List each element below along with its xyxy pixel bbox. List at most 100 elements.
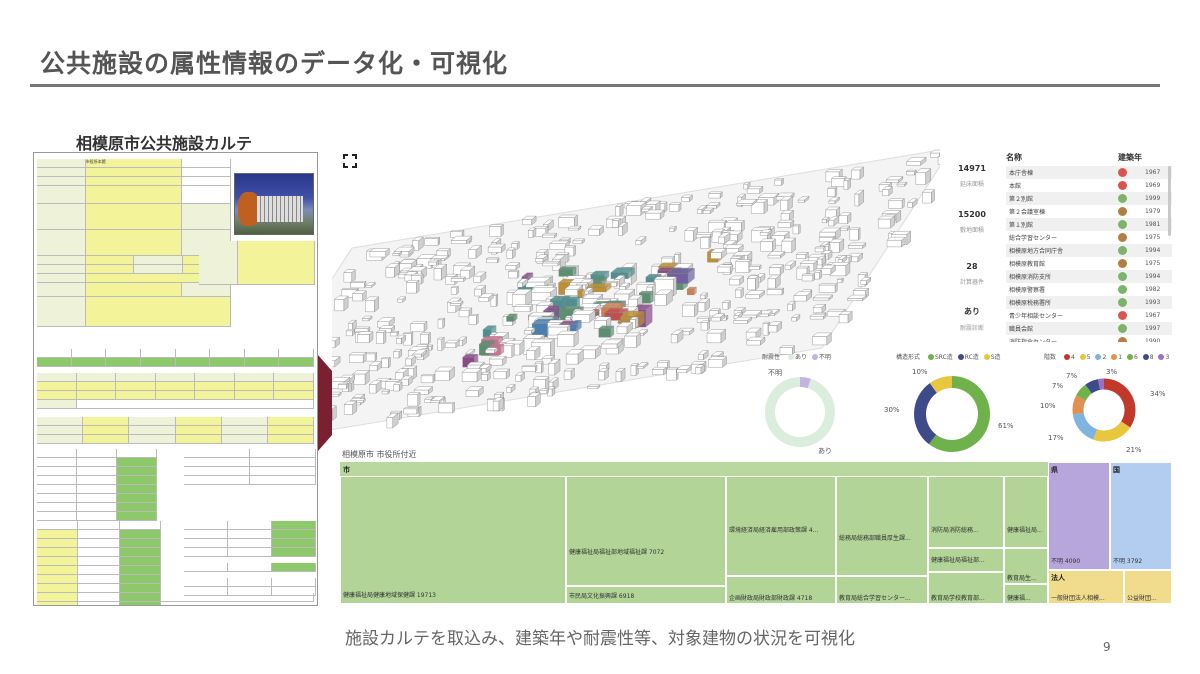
building-block[interactable] [905,169,917,176]
building-block[interactable] [849,227,861,241]
building-list-row[interactable]: 相模原消防支所 1994 [1006,270,1172,283]
treemap-cell[interactable]: 健康福祉局... [1004,476,1048,548]
donut-slice-あり[interactable] [765,377,835,447]
building-block[interactable] [915,168,932,185]
building-list-row[interactable]: 相模原税務署所 1993 [1006,296,1172,309]
donut-slice-RC造[interactable] [914,383,938,445]
building-block[interactable] [651,366,668,376]
building-list-row[interactable]: 消防指令センター 1990 [1006,335,1172,342]
building-block[interactable] [734,287,745,299]
building-block[interactable] [746,275,760,291]
building-list-row[interactable]: 相模原地方合同庁舎 1994 [1006,244,1172,257]
building-block[interactable] [410,320,428,333]
building-block[interactable] [645,209,665,220]
building-block[interactable] [521,364,538,372]
building-block[interactable] [836,277,844,284]
building-list-row[interactable]: 本館 1969 [1006,179,1172,192]
building-block[interactable] [352,370,370,386]
building-list-row[interactable]: 第１別館 1981 [1006,218,1172,231]
building-block[interactable] [567,225,582,231]
building-list-row[interactable]: 第２別館 1999 [1006,192,1172,205]
building-block[interactable] [484,347,499,354]
building-block[interactable] [461,368,483,383]
building-block[interactable] [735,259,752,273]
building-block[interactable] [812,303,827,314]
building-block[interactable] [721,300,732,310]
donut-slice-4[interactable] [1103,378,1136,428]
treemap-cell[interactable]: 健康福祉局福祉部地域福祉課 7072 [566,476,726,586]
building-block[interactable] [748,264,762,270]
treemap-cell[interactable]: 環境経済局経済雇用部政策課 4... [726,476,836,576]
department-treemap[interactable]: 市 健康福祉局健康地域保健課 19713 健康福祉局福祉部地域福祉課 7072 … [340,462,1172,604]
building-block[interactable] [389,330,400,337]
building-block[interactable] [488,355,507,366]
building-block[interactable] [513,304,534,313]
building-block[interactable] [348,352,367,364]
donut-chart-floors[interactable] [1068,374,1140,446]
building-block[interactable] [795,251,809,260]
building-block[interactable] [380,356,391,369]
donut-slice-6[interactable] [1076,384,1093,401]
building-list-row[interactable]: 相模原警察署 1982 [1006,283,1172,296]
building-block[interactable] [587,225,605,236]
building-block[interactable] [343,400,358,415]
building-block[interactable] [349,280,367,289]
city-3d-map[interactable] [332,148,940,464]
donut-chart-structure[interactable] [910,372,994,456]
building-block[interactable] [369,248,390,258]
building-block[interactable] [527,392,541,408]
building-block[interactable] [449,300,464,307]
building-block[interactable] [450,285,460,295]
building-block[interactable] [896,181,908,187]
building-block[interactable] [438,401,456,414]
treemap-cell[interactable]: 健康福祉局福祉部... [928,548,1004,572]
building-block[interactable] [681,302,699,317]
building-block[interactable] [333,295,349,312]
building-block[interactable] [337,382,349,390]
building-block[interactable] [506,247,516,259]
building-block[interactable] [345,328,355,337]
building-block[interactable] [787,301,796,312]
building-block[interactable] [381,389,391,395]
building-block[interactable] [818,282,838,293]
building-list-row[interactable]: 青少年相談センター 1967 [1006,309,1172,322]
building-block[interactable] [614,203,624,217]
building-block[interactable] [480,371,491,382]
building-block[interactable] [403,406,420,415]
treemap-cell[interactable]: 消防局消防総務... [928,476,1004,548]
building-block[interactable] [707,356,728,368]
building-list-row[interactable]: 職員会館 1997 [1006,322,1172,335]
building-block[interactable] [768,264,785,276]
building-list-row[interactable]: 本庁舎棟 1967 [1006,166,1172,179]
building-block[interactable] [444,339,460,349]
building-block[interactable] [877,215,895,229]
building-block[interactable] [597,367,610,381]
building-block[interactable] [493,368,511,380]
building-block[interactable] [437,336,445,351]
building-block[interactable] [615,367,626,383]
building-block[interactable] [406,391,421,407]
fullscreen-icon[interactable] [343,154,357,168]
building-block[interactable] [781,237,797,254]
building-block[interactable] [814,270,823,280]
building-list[interactable]: 名称 建築年 本庁舎棟 1967 本館 1969 第２別館 1999 第２会議室棟 1979 第… [1006,152,1172,342]
building-block[interactable] [760,238,777,252]
building-block[interactable] [527,227,537,238]
building-block[interactable] [468,313,479,325]
building-block[interactable] [686,286,698,296]
building-block[interactable] [668,202,682,212]
building-block[interactable] [598,325,615,338]
building-block[interactable] [507,270,520,279]
building-block[interactable] [792,224,801,235]
building-block[interactable] [488,224,505,237]
building-block[interactable] [624,332,641,348]
building-block[interactable] [511,288,533,308]
donut-chart-seismic[interactable] [760,372,840,452]
building-block[interactable] [420,373,436,384]
building-block[interactable] [558,266,577,277]
building-block[interactable] [838,310,853,324]
building-block[interactable] [838,212,852,225]
building-block[interactable] [558,214,579,229]
treemap-cell[interactable]: 企画財政局財政部財政課 4718 [726,576,836,604]
building-block[interactable] [487,243,506,253]
